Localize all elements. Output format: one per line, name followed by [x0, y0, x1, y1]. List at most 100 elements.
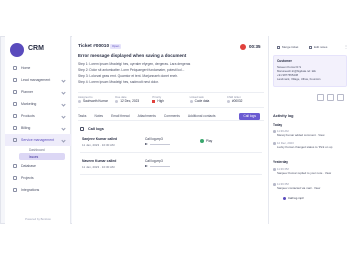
sidebar-item-integrations[interactable]: Integrations [5, 184, 71, 196]
audio-progress[interactable] [150, 165, 170, 167]
call-file[interactable]: Call log.mp3 [145, 159, 163, 163]
chevron-down-icon [61, 125, 66, 131]
meta-assigned[interactable]: Assigned to Sauhvarth Kumar [78, 93, 115, 107]
caller-name: Sanjeev Kumar called [82, 137, 118, 141]
sidebar-sub-dashboard[interactable]: Dashboard [5, 146, 71, 153]
sidebar-item-home[interactable]: Home [5, 62, 71, 74]
meta-due-date[interactable]: Due date 12 Dec, 2023 [115, 93, 152, 107]
play-icon[interactable] [145, 165, 148, 167]
call-file[interactable]: Call log.mp3 [145, 137, 163, 141]
activity-entry: 11:36 PM Sanjeev contacted via mail · Vie… [273, 182, 347, 190]
activity-entry: 11:36 PM Sanjeev Kumar replied to your no… [273, 167, 347, 175]
customer-title: Customer [277, 59, 292, 63]
customer-card: Customer Naveen Kumar R.S Maruneesh.kr@b… [273, 55, 347, 87]
sidebar-item-label: Billing [21, 126, 31, 130]
ticket-panel: Ticket #00010 Open 00:35 Error message d… [72, 36, 268, 224]
mail-icon[interactable] [327, 94, 334, 101]
audio-player[interactable] [145, 165, 170, 167]
audio-progress[interactable] [150, 143, 170, 145]
activity-file[interactable]: Call log.mp3 [283, 196, 304, 200]
merge-ticket-label: Merge ticket [282, 45, 299, 49]
right-panel: Merge ticket Edit notes ⋮ Customer Navee… [268, 36, 350, 224]
sidebar-item-service-management[interactable]: Service management [5, 134, 71, 146]
chevron-up-icon [61, 137, 66, 143]
sidebar-sub-issues[interactable]: Issues [19, 153, 65, 160]
tab-tasks[interactable]: Tasks [78, 114, 86, 118]
meta-value: High [157, 99, 164, 103]
sidebar-item-planner[interactable]: Planner [5, 86, 71, 98]
step-line: Step 4: Lorem ipsum Mradelgi hes, sadmod… [78, 80, 159, 84]
phone-icon [80, 127, 84, 131]
activity-entry: 11:36 AM Manoj Kumar added comment · View [273, 129, 347, 137]
call-time: 11 Jan, 2023 · 10:30 AM [82, 143, 115, 147]
sidebar-item-database[interactable]: Database [5, 160, 71, 172]
chat-icon[interactable] [337, 94, 344, 101]
calendar-icon [115, 99, 119, 103]
customer-address: Landmark, Village, Ulhas, Fountoin [277, 77, 321, 81]
meta-value: 12 Dec, 2023 [120, 99, 140, 103]
group-today: Today [273, 123, 283, 127]
sidebar-item-label: Service management [21, 138, 55, 142]
chevron-down-icon [61, 77, 66, 83]
audio-player[interactable] [145, 143, 170, 145]
sidebar-item-label: Products [21, 114, 35, 118]
meta-priority[interactable]: Priority High [152, 93, 189, 107]
timeline-dot-icon [273, 130, 276, 133]
ticket-steps: Step 1: Lorem ipsum Mradelgi hes, oyrral… [78, 62, 264, 86]
timeline-dot-icon [273, 183, 276, 186]
more-icon[interactable]: ⋮ [344, 44, 348, 49]
status-badge: Open [110, 44, 122, 49]
meta-value: Code data [194, 99, 210, 103]
sidebar-nav: Home Lead management Planner Marketing P… [5, 62, 71, 196]
edit-icon [309, 45, 312, 49]
ticket-title: Ticket #00010 [78, 44, 110, 49]
merge-icon [277, 45, 280, 49]
edit-notes-button[interactable]: Edit notes [309, 45, 327, 49]
sidebar-item-marketing[interactable]: Marketing [5, 98, 71, 110]
link-icon [189, 99, 193, 103]
caller-name: Naveen Kumar called [82, 159, 117, 163]
call-log-row[interactable]: Sanjeev Kumar called 11 Jan, 2023 · 10:3… [80, 135, 262, 153]
call-logs-title: Call logs [88, 127, 104, 131]
tab-comments[interactable]: Comments [164, 114, 180, 118]
play-icon[interactable] [145, 143, 148, 145]
chevron-down-icon [61, 89, 66, 95]
edit-notes-label: Edit notes [314, 45, 328, 49]
sidebar-item-lead-management[interactable]: Lead management [5, 74, 71, 86]
app-name: CRM [28, 45, 44, 52]
sidebar-item-projects[interactable]: Projects [5, 172, 71, 184]
meta-child-ticket[interactable]: Child ticket #00032 [226, 93, 264, 107]
tab-notes[interactable]: Notes [94, 114, 103, 118]
billing-icon [13, 126, 17, 130]
contact-actions [273, 94, 347, 102]
entry-desc: Manoj Kumar added comment · View [277, 133, 325, 137]
tab-attachments[interactable]: Attachments [138, 114, 156, 118]
sidebar-item-billing[interactable]: Billing [5, 122, 71, 134]
call-icon[interactable] [317, 94, 324, 101]
call-log-row[interactable]: Naveen Kumar called 11 Jan, 2023 · 10:30… [80, 157, 262, 175]
flag-icon [152, 99, 156, 103]
tab-email-thread[interactable]: Email thread [111, 114, 130, 118]
meta-value: #00032 [231, 99, 243, 103]
sidebar-item-label: Projects [21, 176, 34, 180]
sidebar-item-label: Database [21, 164, 36, 168]
call-status: Play [200, 139, 212, 143]
timeline-dot-icon [273, 168, 276, 171]
tab-additional-contacts[interactable]: Additional contacts [188, 114, 216, 118]
sidebar-item-label: Integrations [21, 188, 40, 192]
sidebar-item-label: Lead management [21, 78, 51, 82]
sidebar-item-products[interactable]: Products [5, 110, 71, 122]
meta-value: Sauhvarth Kumar [83, 99, 108, 103]
tab-call-logs[interactable]: Call logs [239, 113, 260, 120]
merge-ticket-button[interactable]: Merge ticket [277, 45, 298, 49]
projects-icon [13, 176, 17, 180]
timer: 00:35 [249, 44, 261, 49]
entry-desc: Lucky Kumar changed status to 'Pick on u… [277, 145, 333, 149]
sidebar: CRM Home Lead management Planner Marketi… [5, 36, 71, 224]
meta-linked-task[interactable]: Linked task Code data [189, 93, 227, 107]
group-yesterday: Yesterday [273, 160, 289, 164]
page-background [0, 224, 350, 263]
database-icon [13, 164, 17, 168]
record-icon[interactable] [240, 44, 246, 50]
ticket-subject: Error message displayed when saving a do… [78, 53, 187, 58]
